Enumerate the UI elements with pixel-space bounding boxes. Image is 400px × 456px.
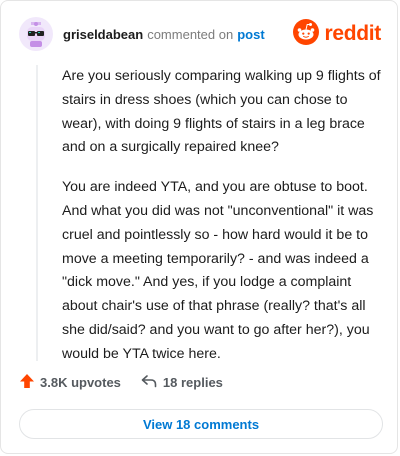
reply-arrow-icon: [141, 374, 157, 391]
reddit-brand[interactable]: reddit: [293, 18, 381, 50]
comment-meta: griseldabean commented on post: [63, 27, 265, 42]
reddit-logo-icon: [293, 18, 320, 50]
view-comments-button[interactable]: View 18 comments: [19, 409, 383, 439]
comment-header: griseldabean commented on post reddit: [19, 17, 381, 51]
comment-paragraph: Are you seriously comparing walking up 9…: [62, 68, 381, 156]
snoo-avatar-icon[interactable]: [19, 17, 53, 51]
replies-button[interactable]: 18 replies: [141, 374, 223, 391]
reddit-wordmark: reddit: [324, 22, 381, 45]
username-link[interactable]: griseldabean: [63, 27, 143, 42]
comment-action-text: commented on: [147, 26, 234, 42]
post-link[interactable]: post: [237, 27, 264, 42]
comment-card: griseldabean commented on post reddit Ar…: [0, 0, 398, 454]
comment-body: Are you seriously comparing walking up 9…: [36, 65, 386, 362]
comment-actions: 3.8K upvotes 18 replies: [19, 373, 223, 392]
comment-paragraph: You are indeed YTA, and you are obtuse t…: [62, 179, 374, 362]
upvote-count: 3.8K upvotes: [40, 375, 121, 390]
upvote-arrow-icon: [19, 373, 35, 392]
replies-count: 18 replies: [162, 375, 223, 390]
upvote-button[interactable]: 3.8K upvotes: [19, 373, 121, 392]
